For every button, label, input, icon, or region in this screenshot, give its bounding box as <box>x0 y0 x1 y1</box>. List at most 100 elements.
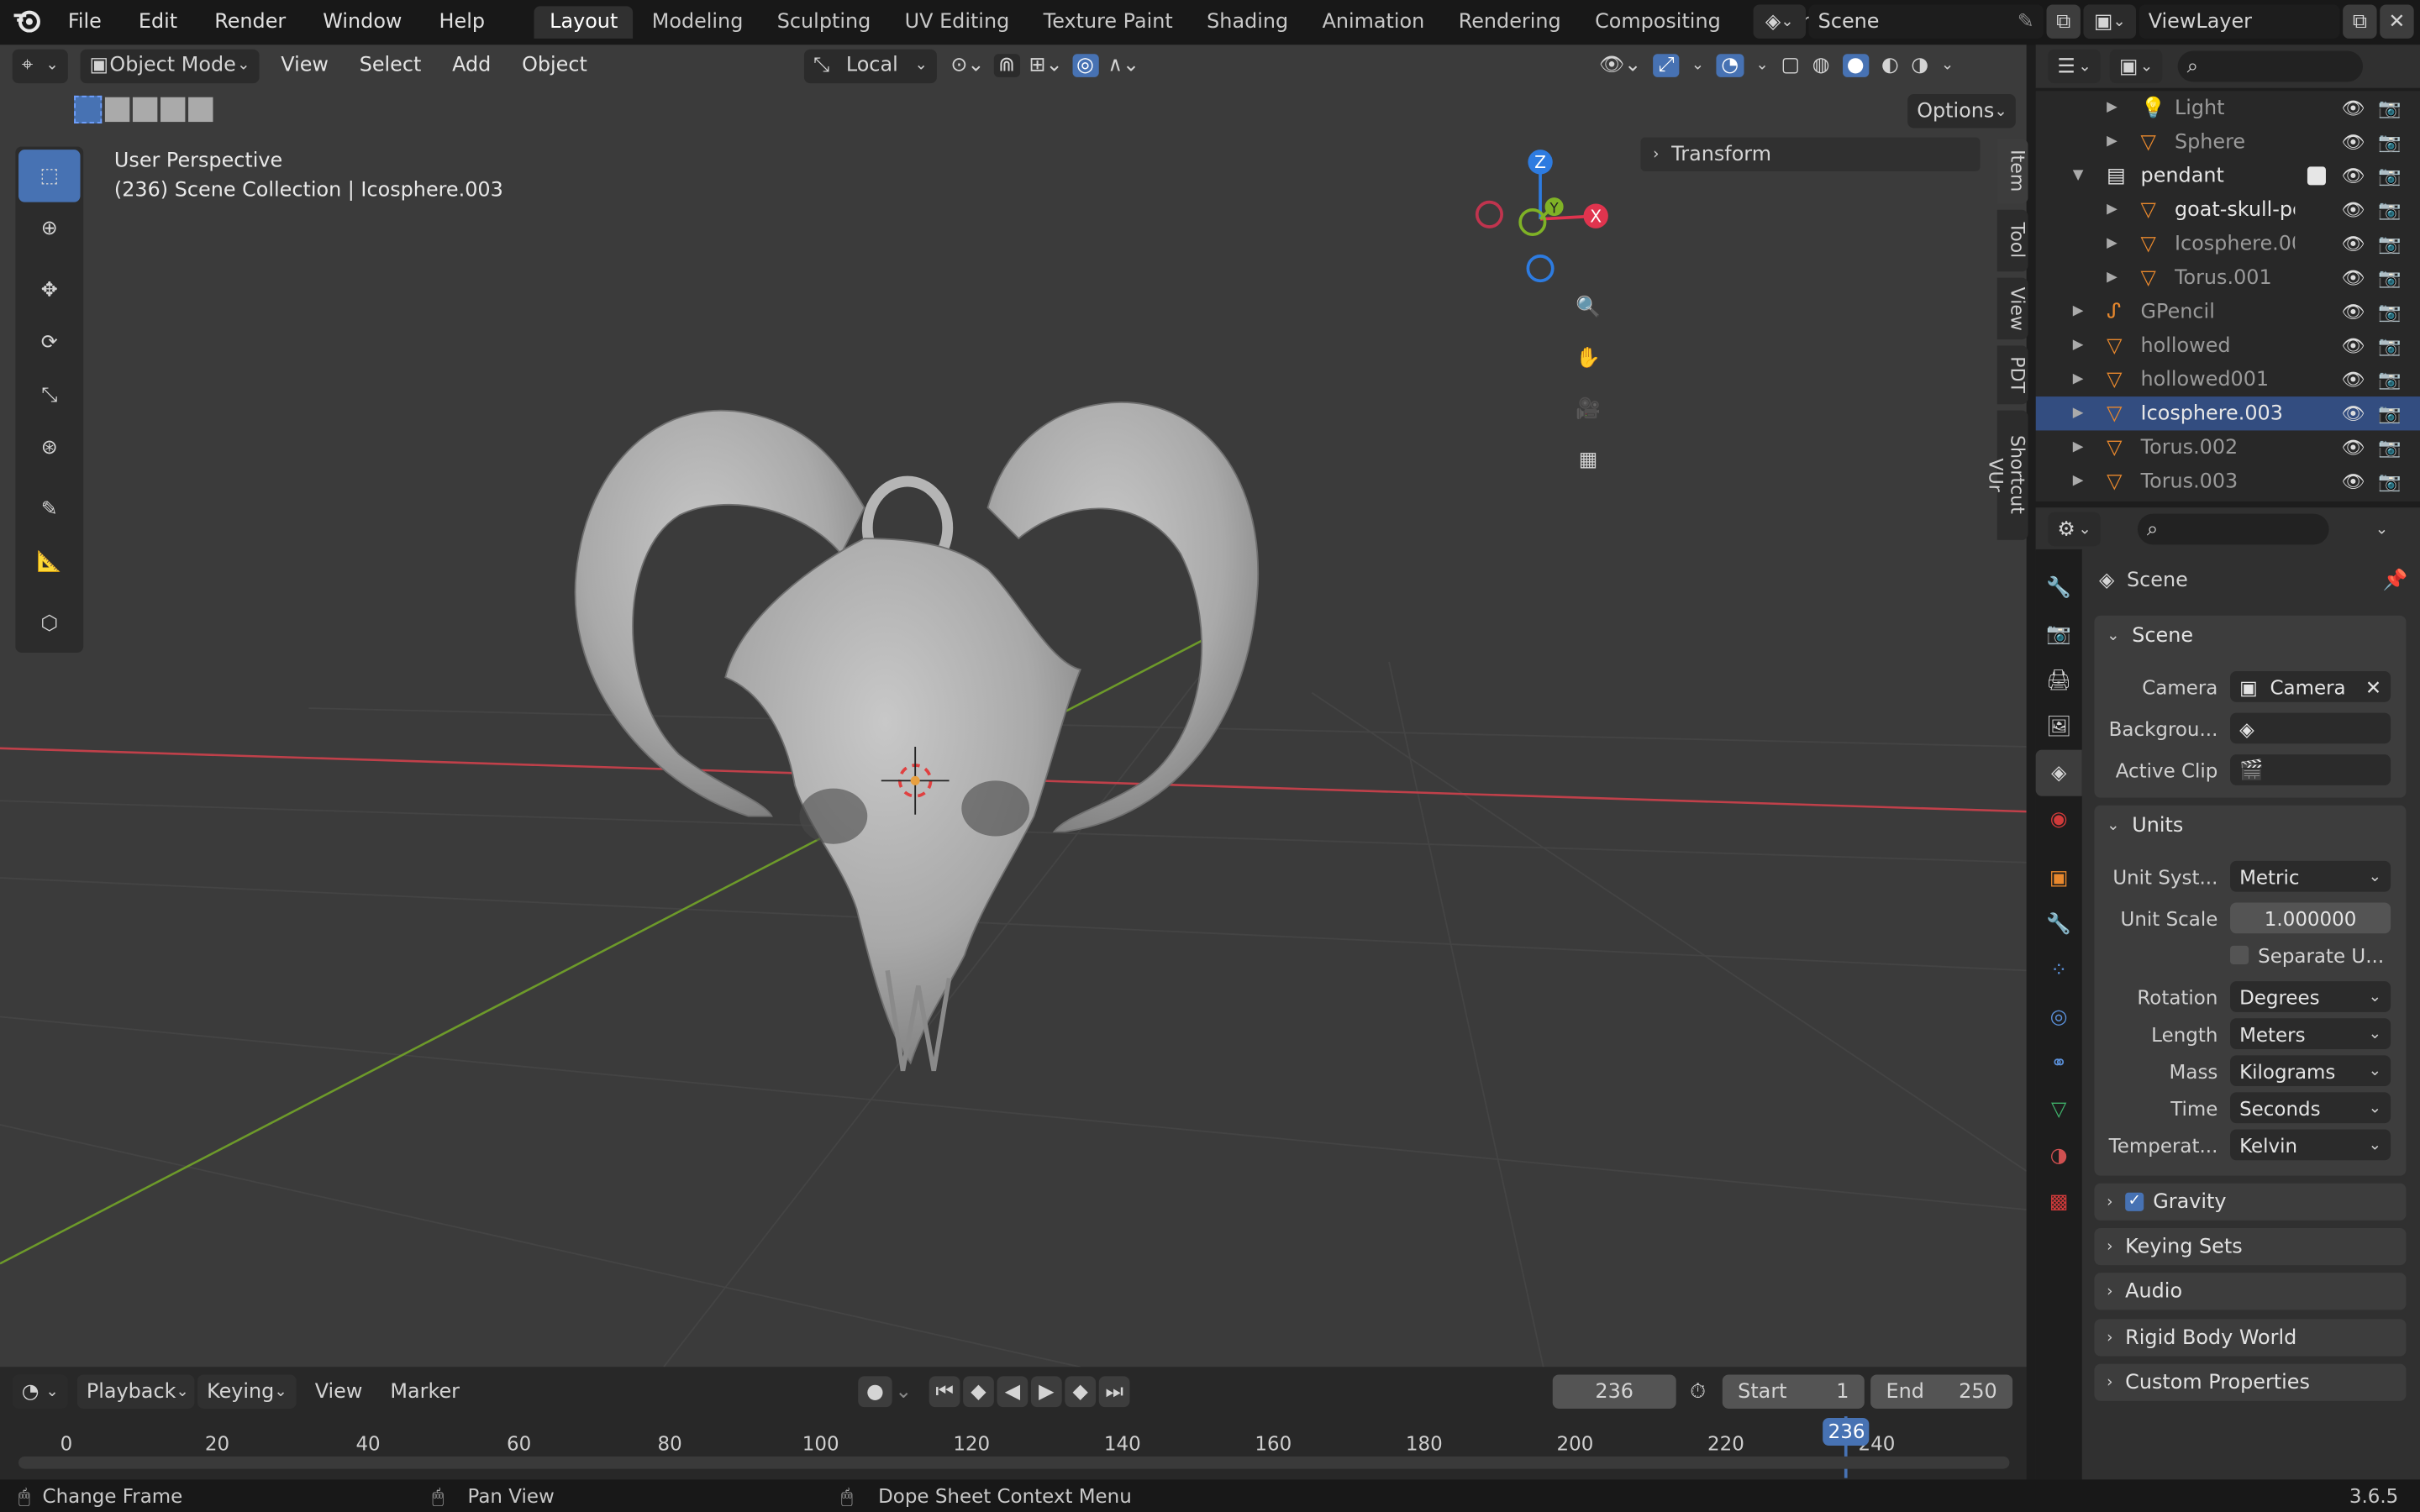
shading-material-icon[interactable]: ◐ <box>1881 54 1899 77</box>
add-cube-tool-icon[interactable]: ⬡ <box>18 597 80 649</box>
jump-start-icon[interactable]: ⏮ <box>929 1376 960 1408</box>
blender-logo-icon[interactable] <box>13 7 46 38</box>
shading-options-icon[interactable]: ⌄ <box>1941 57 1954 74</box>
scene-icon[interactable]: ◈ ⌄ <box>1753 4 1806 39</box>
visibility-eye-icon[interactable]: 👁 <box>2341 131 2365 153</box>
tab-texture-paint[interactable]: Texture Paint <box>1028 6 1188 39</box>
render-camera-icon[interactable]: 📷 <box>2378 97 2401 119</box>
outliner-item[interactable]: ▶ ▽ Icosphere.003 👁 📷 <box>2035 396 2420 431</box>
tab-tool[interactable]: Tool <box>1996 209 2028 272</box>
select-new-icon[interactable] <box>74 95 103 123</box>
falloff-icon[interactable]: ∧⌄ <box>1107 54 1139 77</box>
outliner-item[interactable]: ▶ ▽ Torus.003 👁 📷 <box>2036 465 2420 498</box>
render-camera-icon[interactable]: 📷 <box>2378 369 2401 391</box>
viewlayer-icon[interactable]: ▣ ⌄ <box>2083 4 2137 39</box>
select-subtract-icon[interactable] <box>132 97 158 123</box>
select-intersect-icon[interactable] <box>188 97 213 123</box>
view-menu[interactable]: View <box>315 1380 363 1404</box>
select-box-tool-icon[interactable]: ⬚ <box>18 150 81 202</box>
background-field[interactable]: ◈ <box>2230 712 2391 744</box>
object-tab-icon[interactable]: ▣ <box>2036 855 2082 901</box>
length-dropdown[interactable]: Meters ⌄ <box>2230 1018 2391 1049</box>
menu-edit[interactable]: Edit <box>139 11 177 34</box>
scene-selector[interactable]: ◈⌄ Scene ✎ ⧉ ✕ <box>1753 4 2118 39</box>
render-camera-icon[interactable]: 📷 <box>2378 335 2401 357</box>
menu-help[interactable]: Help <box>439 11 485 34</box>
chevron-right-icon[interactable]: ▶ <box>2073 372 2084 387</box>
texture-tab-icon[interactable]: ▩ <box>2036 1179 2082 1225</box>
tab-item[interactable]: Item <box>1996 139 2028 204</box>
constraints-tab-icon[interactable]: ⚭ <box>2036 1040 2082 1086</box>
menu-window[interactable]: Window <box>323 11 402 34</box>
panel-custom-properties[interactable]: › Custom Properties <box>2094 1363 2407 1401</box>
prev-keyframe-icon[interactable]: ◆ <box>963 1376 994 1408</box>
outliner-display-mode-icon[interactable]: ▣ ⌄ <box>2109 49 2163 84</box>
viewport-menu-object[interactable]: Object <box>522 54 587 77</box>
visibility-eye-icon[interactable]: 👁 <box>2341 233 2365 255</box>
exclude-checkbox[interactable] <box>2307 166 2326 186</box>
measure-tool-icon[interactable]: 📐 <box>18 535 80 587</box>
modifier-tab-icon[interactable]: 🔧 <box>2036 901 2082 948</box>
render-tab-icon[interactable]: 📷 <box>2036 611 2082 657</box>
units-panel-header[interactable]: ⌄ Units <box>2094 806 2406 846</box>
outliner-item[interactable]: ▶ ▽ Torus.002 👁 📷 <box>2036 430 2420 464</box>
tab-modeling[interactable]: Modeling <box>636 6 758 39</box>
proportional-edit-icon[interactable]: ◎ <box>1071 54 1099 77</box>
pan-hand-icon[interactable]: ✋ <box>1566 336 1609 379</box>
play-reverse-icon[interactable]: ◀ <box>997 1376 1028 1408</box>
orientation-dropdown[interactable]: ⤡ Local ⌄ <box>803 48 937 83</box>
unit-scale-field[interactable]: 1.000000 <box>2230 902 2391 934</box>
shading-wireframe-icon[interactable]: ◍ <box>1812 54 1830 77</box>
temperature-dropdown[interactable]: Kelvin ⌄ <box>2230 1129 2391 1161</box>
next-keyframe-icon[interactable]: ◆ <box>1065 1376 1097 1408</box>
visibility-eye-icon[interactable]: 👁 <box>2341 199 2365 221</box>
playback-menu[interactable]: Playback ⌄ <box>76 1374 195 1409</box>
visibility-icon[interactable]: 👁⌄ <box>1599 54 1641 77</box>
gizmo-toggle-icon[interactable]: ⤢ <box>1653 54 1680 77</box>
keying-menu[interactable]: Keying ⌄ <box>197 1374 297 1409</box>
scene-tab-icon[interactable]: ◈ <box>2035 749 2082 796</box>
pin-icon[interactable]: ✎ <box>2018 10 2044 34</box>
visibility-eye-icon[interactable]: 👁 <box>2341 470 2365 492</box>
stopwatch-icon[interactable]: ⏱ <box>1690 1380 1706 1404</box>
tab-view[interactable]: View <box>1996 277 2028 340</box>
start-frame-field[interactable]: Start 1 <box>1722 1374 1865 1409</box>
active-clip-field[interactable]: 🎬 <box>2230 754 2391 785</box>
outliner-item[interactable]: ▶ ▽ Sphere 👁 📷 <box>2036 125 2420 159</box>
panel-gravity[interactable]: › ✓ Gravity <box>2094 1183 2407 1221</box>
outliner-item[interactable]: ▶ ▽ hollowed001 👁 📷 <box>2036 363 2420 396</box>
cursor-tool-icon[interactable]: ⊕ <box>18 202 80 255</box>
world-tab-icon[interactable]: ◉ <box>2036 796 2082 843</box>
render-camera-icon[interactable]: 📷 <box>2378 267 2401 289</box>
viewlayer-selector[interactable]: ▣ ⌄ ViewLayer ⧉ ✕ <box>2083 4 2414 39</box>
visibility-eye-icon[interactable]: 👁 <box>2341 437 2365 459</box>
menu-file[interactable]: File <box>68 11 102 34</box>
unit-system-dropdown[interactable]: Metric ⌄ <box>2230 860 2391 892</box>
clear-icon[interactable]: ✕ <box>2365 675 2381 699</box>
tab-compositing[interactable]: Compositing <box>1580 6 1736 39</box>
render-camera-icon[interactable]: 📷 <box>2378 402 2401 424</box>
outliner-item[interactable]: ▶ ᔑ GPencil 👁 📷 <box>2036 295 2420 328</box>
editor-type-icon[interactable]: ⌖ ⌄ <box>12 48 68 83</box>
end-frame-field[interactable]: End 250 <box>1870 1374 2013 1409</box>
viewport-menu-view[interactable]: View <box>281 54 329 77</box>
ortho-grid-icon[interactable]: ▦ <box>1566 438 1609 481</box>
shading-solid-icon[interactable]: ● <box>1842 54 1870 77</box>
xray-icon[interactable]: ▢ <box>1781 54 1800 77</box>
particles-tab-icon[interactable]: ⁘ <box>2036 948 2082 994</box>
render-camera-icon[interactable]: 📷 <box>2378 165 2401 187</box>
tool-tab-icon[interactable]: 🔧 <box>2036 564 2082 611</box>
viewlayer-name-field[interactable]: ViewLayer <box>2139 4 2340 39</box>
marker-menu[interactable]: Marker <box>390 1380 460 1404</box>
tab-sculpting[interactable]: Sculpting <box>761 6 886 39</box>
separate-units-checkbox[interactable] <box>2230 945 2249 964</box>
visibility-eye-icon[interactable]: 👁 <box>2341 97 2365 119</box>
menu-render[interactable]: Render <box>214 11 286 34</box>
chevron-right-icon[interactable]: ▶ <box>2073 338 2084 353</box>
chevron-right-icon[interactable]: ▶ <box>2073 304 2084 319</box>
new-scene-icon[interactable]: ⧉ <box>2046 4 2081 39</box>
new-viewlayer-icon[interactable]: ⧉ <box>2343 4 2377 39</box>
pivot-icon[interactable]: ⊙⌄ <box>950 54 984 77</box>
chevron-right-icon[interactable]: ▶ <box>2073 406 2084 421</box>
transform-tool-icon[interactable]: ⊛ <box>18 421 80 473</box>
